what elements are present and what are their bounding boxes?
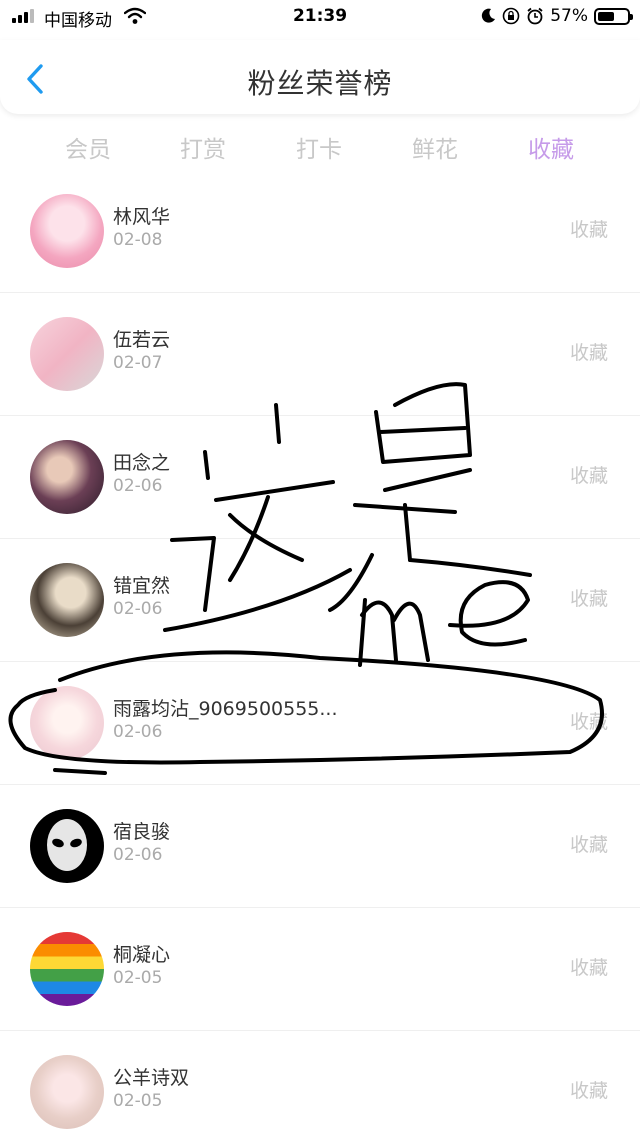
- fan-date: 02-08: [113, 230, 163, 250]
- fan-name: 宿良骏: [113, 821, 171, 843]
- avatar: [30, 1055, 104, 1129]
- fan-name: 桐凝心: [113, 944, 171, 966]
- fan-date: 02-06: [113, 476, 163, 496]
- page-title: 粉丝荣誉榜: [247, 67, 393, 100]
- fan-name: 公羊诗双: [113, 1067, 190, 1089]
- avatar: [30, 686, 104, 760]
- tab-flowers[interactable]: 鲜花: [412, 130, 458, 164]
- list-item[interactable]: 田念之 02-06 收藏: [0, 416, 640, 539]
- list-item[interactable]: 林风华 02-08 收藏: [0, 170, 640, 293]
- fan-date: 02-05: [113, 1091, 163, 1111]
- fan-name: 田念之: [113, 452, 171, 474]
- fan-date: 02-06: [113, 722, 163, 742]
- favorite-label: 收藏: [569, 342, 608, 364]
- battery-percent: 57%: [550, 6, 588, 26]
- favorite-label: 收藏: [569, 834, 608, 856]
- fan-name: 雨露均沾_9069500555...: [113, 698, 338, 720]
- moon-icon: [482, 8, 496, 23]
- fan-name: 林风华: [113, 206, 171, 228]
- fan-name: 伍若云: [113, 329, 171, 351]
- tab-bar: 会员 打赏 打卡 鲜花 收藏: [0, 126, 640, 166]
- favorite-label: 收藏: [569, 957, 608, 979]
- alarm-icon: [527, 7, 543, 25]
- favorite-label: 收藏: [569, 219, 608, 241]
- tab-favorites[interactable]: 收藏: [528, 130, 574, 164]
- favorite-label: 收藏: [569, 465, 608, 487]
- nav-header: 粉丝荣誉榜: [0, 40, 640, 114]
- fan-date: 02-05: [113, 968, 163, 988]
- alien-mask-icon: [47, 819, 87, 871]
- favorite-label: 收藏: [569, 711, 608, 733]
- list-item[interactable]: 伍若云 02-07 收藏: [0, 293, 640, 416]
- list-item[interactable]: 宿良骏 02-06 收藏: [0, 785, 640, 908]
- avatar: [30, 194, 104, 268]
- tab-checkin[interactable]: 打卡: [296, 130, 342, 164]
- status-right: 57%: [480, 6, 633, 26]
- fan-date: 02-06: [113, 599, 163, 619]
- avatar: [30, 440, 104, 514]
- avatar: [30, 932, 104, 1006]
- fan-date: 02-07: [113, 353, 163, 373]
- avatar: [30, 563, 104, 637]
- list-item[interactable]: 雨露均沾_9069500555... 02-06 收藏: [0, 662, 640, 785]
- list-item[interactable]: 错宜然 02-06 收藏: [0, 539, 640, 662]
- tab-rewards[interactable]: 打赏: [180, 130, 226, 164]
- battery-icon: [594, 7, 633, 25]
- favorite-label: 收藏: [569, 588, 608, 610]
- fan-date: 02-06: [113, 845, 163, 865]
- rotation-lock-icon: [502, 7, 520, 25]
- status-bar: 中国移动 21:39 57%: [0, 0, 640, 34]
- avatar: [30, 809, 104, 883]
- list-item[interactable]: 公羊诗双 02-05 收藏: [0, 1031, 640, 1138]
- tab-members[interactable]: 会员: [65, 130, 111, 164]
- favorite-label: 收藏: [569, 1080, 608, 1102]
- avatar: [30, 317, 104, 391]
- fan-name: 错宜然: [113, 575, 171, 597]
- list-item[interactable]: 桐凝心 02-05 收藏: [0, 908, 640, 1031]
